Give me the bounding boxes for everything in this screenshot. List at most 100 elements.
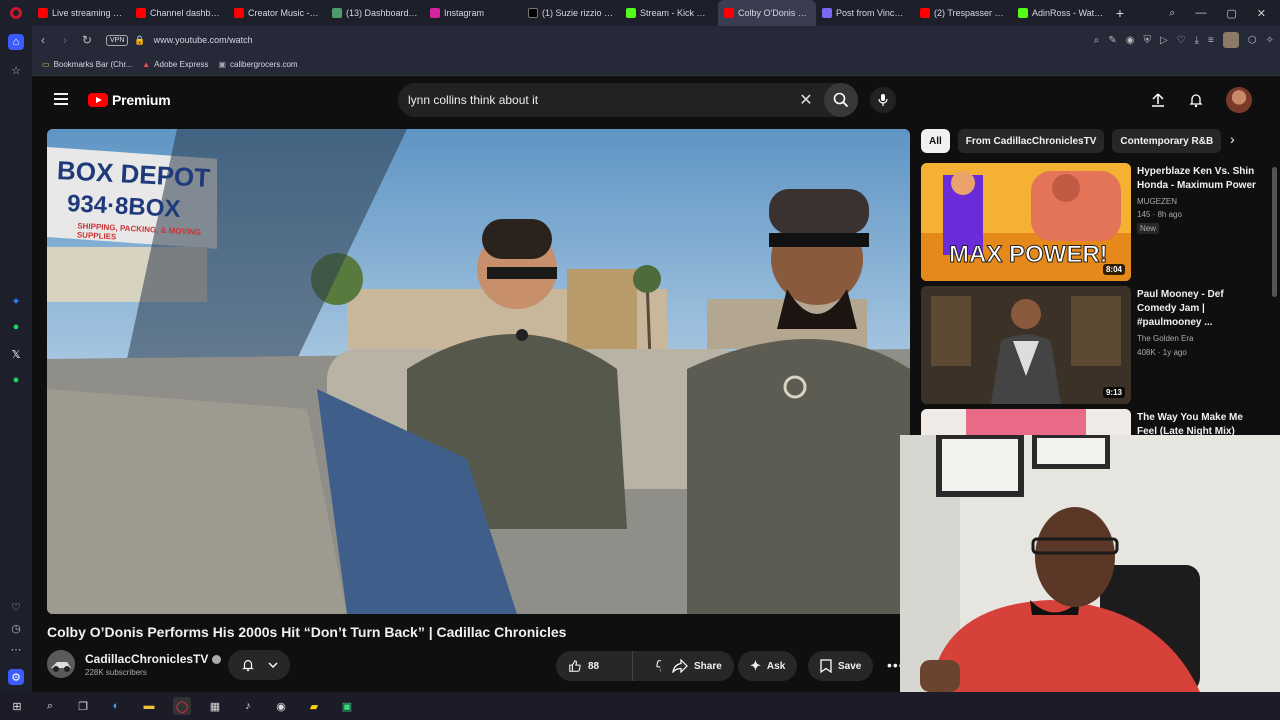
vpn-badge[interactable]: VPN — [106, 34, 129, 46]
recommendation-title[interactable]: The Way You Make Me Feel (Late Night Mix… — [1137, 411, 1261, 435]
scrollbar[interactable] — [1272, 167, 1277, 297]
messenger-icon[interactable]: ✦ — [8, 293, 24, 309]
url-field[interactable]: www.youtube.com/watch — [154, 35, 253, 45]
youtube-premium-logo[interactable]: Premium — [88, 92, 171, 108]
tab[interactable]: Live streaming - YouTube — [32, 0, 130, 26]
tab[interactable]: Stream - Kick Dashboard — [620, 0, 718, 26]
tab-label: Live streaming - YouTube — [52, 8, 124, 18]
hamburger-menu-icon[interactable] — [54, 93, 68, 105]
sticky-notes-icon[interactable]: ▰ — [305, 697, 323, 715]
spotify-icon[interactable]: ● — [8, 372, 24, 388]
recommendation-item[interactable]: 9:13 Paul Mooney - Def Comedy Jam | #pau… — [921, 286, 1261, 406]
profile-avatar[interactable] — [1222, 32, 1239, 48]
bookmark-item[interactable]: ▲ Adobe Express — [142, 60, 208, 69]
ai-icon[interactable]: ✧ — [1266, 35, 1274, 46]
recommendation-channel[interactable]: MUGEZEN — [1137, 197, 1177, 206]
like-button[interactable]: 88 — [556, 651, 633, 681]
bookmark-item[interactable]: ▭ Bookmarks Bar (Chr... — [42, 60, 132, 69]
tab[interactable]: Channel dashboard - YouTube — [130, 0, 228, 26]
home-icon[interactable]: ⌂ — [8, 34, 24, 50]
lock-icon[interactable]: 🔒 — [134, 35, 145, 46]
account-avatar[interactable] — [1226, 87, 1252, 113]
subscription-notification-button[interactable] — [228, 650, 290, 680]
star-icon[interactable]: ☆ — [8, 62, 24, 78]
more-icon[interactable]: ⋯ — [8, 641, 24, 657]
edit-icon[interactable]: ✎ — [1108, 35, 1116, 46]
channel-avatar[interactable] — [47, 650, 75, 678]
save-button[interactable]: Save — [808, 651, 874, 681]
x-icon[interactable]: 𝕏 — [8, 346, 24, 362]
video-player[interactable]: BOX DEPOT 934·8BOX SHIPPING, PACKING, & … — [47, 129, 910, 614]
clear-search-icon[interactable]: ✕ — [794, 90, 818, 110]
search-icon[interactable]: ⌕ — [41, 697, 59, 715]
voice-search-button[interactable] — [870, 87, 896, 113]
close-window-icon[interactable]: ✕ — [1257, 7, 1266, 20]
tab[interactable]: (1) Suzie rizzio on X — [522, 0, 620, 26]
back-icon[interactable]: ‹ — [32, 29, 54, 51]
extensions-icon[interactable]: ⬡ — [1248, 35, 1257, 46]
video-thumbnail[interactable]: MAX POWER! 8:04 — [921, 163, 1131, 281]
task-view-icon[interactable]: ❐ — [74, 697, 92, 715]
recommendation-item[interactable]: The Way You Make Me Feel (Late Night Mix… — [921, 409, 1261, 435]
whatsapp-icon[interactable]: ● — [8, 319, 24, 335]
tab-active[interactable]: Colby O'Donis Perform — [718, 0, 816, 26]
chip-contemporary-rnb[interactable]: Contemporary R&B — [1112, 129, 1222, 153]
share-label: Share — [694, 660, 722, 672]
camera-icon[interactable]: ◉ — [1126, 35, 1135, 46]
edge-icon[interactable]: ◐ — [107, 697, 125, 715]
opera-logo-icon[interactable] — [0, 0, 32, 26]
youtube-favicon-icon — [38, 8, 48, 18]
tab-label: (2) Trespasser Walks — [934, 8, 1006, 18]
recommendation-title[interactable]: Hyperblaze Ken Vs. Shin Honda - Maximum … — [1137, 165, 1261, 193]
shield-icon[interactable]: ⛨ — [1143, 35, 1151, 46]
streamlabs-icon[interactable]: ▣ — [338, 697, 356, 715]
search-input[interactable]: lynn collins think about it — [408, 93, 794, 107]
recommendation-channel[interactable]: The Golden Era — [1137, 334, 1193, 343]
history-icon[interactable]: ◷ — [8, 620, 24, 636]
file-explorer-icon[interactable]: ▬ — [140, 697, 158, 715]
upload-icon[interactable] — [1150, 92, 1166, 108]
tab[interactable]: (2) Trespasser Walks — [914, 0, 1012, 26]
tab[interactable]: AdinRoss - Watch the — [1012, 0, 1110, 26]
settings-icon[interactable]: ⚙ — [8, 669, 24, 685]
minimize-icon[interactable]: — — [1195, 7, 1206, 19]
subscriber-count: 228K subscribers — [85, 668, 147, 677]
tiktok-icon[interactable]: ♪ — [239, 697, 257, 715]
video-sign-text: 934·8BOX — [66, 190, 182, 223]
tab[interactable]: Instagram — [424, 0, 522, 26]
search-icon[interactable]: ⌕ — [1094, 35, 1100, 46]
youtube-favicon-icon — [136, 8, 146, 18]
obs-icon[interactable]: ◉ — [272, 697, 290, 715]
recommendation-title[interactable]: Paul Mooney - Def Comedy Jam | #paulmoon… — [1137, 288, 1261, 330]
menu-icon[interactable]: ≡ — [1208, 35, 1214, 46]
video-thumbnail[interactable]: 9:13 — [921, 286, 1131, 404]
chevron-down-icon — [268, 662, 277, 668]
tab[interactable]: (13) Dashboard / Stream — [326, 0, 424, 26]
notifications-bell-icon[interactable] — [1188, 92, 1204, 108]
new-tab-button[interactable]: + — [1110, 3, 1130, 23]
recommendation-item[interactable]: MAX POWER! 8:04 Hyperblaze Ken Vs. Shin … — [921, 163, 1261, 283]
heart-icon[interactable]: ♡ — [1177, 35, 1186, 46]
search-button[interactable] — [824, 83, 858, 117]
tab[interactable]: Post from Vince Good — [816, 0, 914, 26]
download-icon[interactable]: ⤓ — [1195, 35, 1199, 46]
chip-from-channel[interactable]: From CadillacChroniclesTV — [957, 129, 1105, 153]
play-icon[interactable]: ▷ — [1160, 35, 1168, 46]
chevron-right-icon[interactable]: › — [1230, 131, 1235, 147]
tab[interactable]: Creator Music - YouTube — [228, 0, 326, 26]
bookmark-item[interactable]: ▣ calibergrocers.com — [218, 60, 297, 69]
search-box[interactable]: lynn collins think about it ✕ — [398, 83, 858, 117]
reload-icon[interactable]: ↻ — [76, 29, 98, 51]
ask-button[interactable]: ✦ Ask — [738, 651, 798, 681]
share-button[interactable]: Share — [660, 651, 734, 681]
maximize-icon[interactable]: ▢ — [1226, 7, 1236, 20]
chip-all[interactable]: All — [921, 129, 950, 153]
opera-icon[interactable]: ◯ — [173, 697, 191, 715]
channel-name-link[interactable]: CadillacChroniclesTV — [85, 652, 222, 666]
tab-search-icon[interactable]: ⌕ — [1169, 7, 1175, 20]
heart-icon[interactable]: ♡ — [8, 599, 24, 615]
store-icon[interactable]: ▦ — [206, 697, 224, 715]
windows-start-icon[interactable]: ⊞ — [8, 697, 26, 715]
video-thumbnail[interactable] — [921, 409, 1131, 435]
forward-icon[interactable]: › — [54, 29, 76, 51]
